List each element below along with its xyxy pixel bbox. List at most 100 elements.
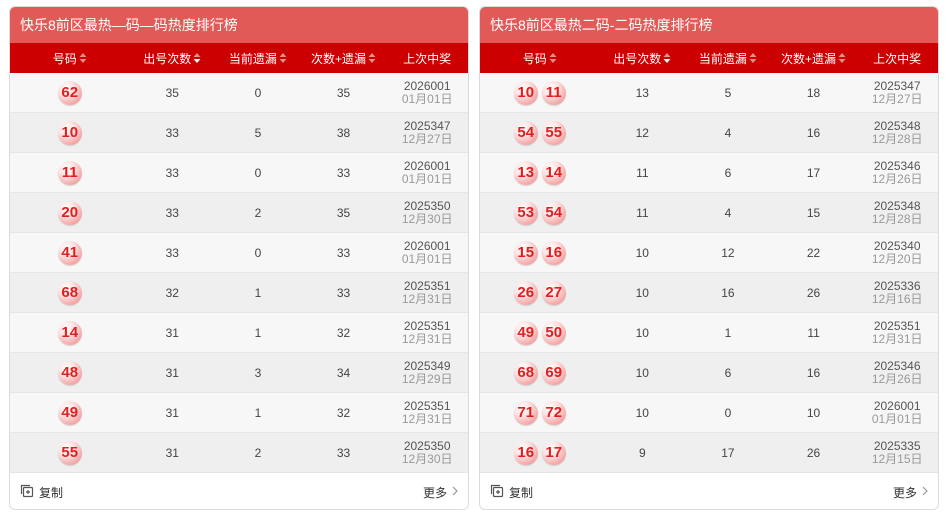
sort-icon[interactable] — [79, 52, 87, 64]
chevron-right-icon — [922, 485, 928, 499]
table-row: 15 16 10 12 22 2025340 12月20日 — [480, 233, 938, 273]
number-cell: 49 50 — [480, 313, 599, 352]
sum-cell: 35 — [336, 85, 351, 100]
last-win-cell: 2026001 01月01日 — [856, 393, 938, 432]
sum-cell: 38 — [336, 125, 351, 140]
sum-cell: 18 — [806, 85, 821, 100]
count-cell: 31 — [165, 365, 179, 380]
last-win-issue: 2026001 — [873, 398, 921, 413]
number-ball: 68 — [513, 360, 538, 385]
number-ball: 69 — [541, 360, 566, 385]
table-row: 16 17 9 17 26 2025335 12月15日 — [480, 433, 938, 473]
number-ball: 62 — [57, 80, 82, 105]
number-ball: 14 — [57, 320, 82, 345]
sort-icon[interactable] — [193, 52, 201, 64]
last-win-issue: 2025348 — [873, 198, 921, 213]
last-win-date: 12月30日 — [401, 451, 453, 466]
number-ball: 49 — [57, 400, 82, 425]
number-cell: 54 55 — [480, 113, 599, 152]
more-link[interactable]: 更多 — [423, 484, 458, 501]
miss-cell: 1 — [254, 405, 262, 420]
last-win-issue: 2025336 — [873, 278, 921, 293]
number-cell: 49 — [10, 393, 129, 432]
header-label: 次数+遗漏 — [311, 51, 367, 66]
count-cell: 10 — [635, 245, 649, 260]
header-number[interactable]: 号码 — [10, 43, 129, 73]
copy-label: 复制 — [39, 485, 64, 500]
header-miss[interactable]: 当前遗漏 — [685, 43, 771, 73]
number-ball: 16 — [541, 240, 566, 265]
more-link[interactable]: 更多 — [893, 484, 928, 501]
number-cell: 10 11 — [480, 73, 599, 112]
last-win-issue: 2025351 — [403, 318, 451, 333]
panel-footer: 复制 更多 — [10, 475, 468, 509]
number-cell: 55 — [10, 433, 129, 472]
header-miss[interactable]: 当前遗漏 — [215, 43, 301, 73]
number-ball: 11 — [541, 80, 566, 105]
last-win-cell: 2025346 12月26日 — [856, 353, 938, 392]
last-win-cell: 2025346 12月26日 — [856, 153, 938, 192]
table-row: 10 11 13 5 18 2025347 12月27日 — [480, 73, 938, 113]
header-number[interactable]: 号码 — [480, 43, 599, 73]
last-win-issue: 2025340 — [873, 238, 921, 253]
copy-button[interactable]: 复制 — [490, 484, 533, 501]
sum-cell: 33 — [336, 165, 351, 180]
count-cell: 10 — [635, 365, 649, 380]
table-row: 13 14 11 6 17 2025346 12月26日 — [480, 153, 938, 193]
hot-single-number-panel: 快乐8前区最热—码—码热度排行榜 号码 出号次数 当前遗漏 次数+遗漏 上次中奖… — [9, 6, 469, 510]
hot-pair-number-panel: 快乐8前区最热二码-二码热度排行榜 号码 出号次数 当前遗漏 次数+遗漏 上次中… — [479, 6, 939, 510]
copy-icon — [20, 484, 34, 501]
miss-cell: 0 — [254, 85, 262, 100]
copy-button[interactable]: 复制 — [20, 484, 63, 501]
header-count[interactable]: 出号次数 — [129, 43, 215, 73]
number-cell: 71 72 — [480, 393, 599, 432]
last-win-date: 01月01日 — [401, 251, 453, 266]
last-win-issue: 2025350 — [403, 198, 451, 213]
count-cell: 31 — [165, 445, 179, 460]
last-win-date: 12月20日 — [871, 251, 923, 266]
last-win-issue: 2025346 — [873, 358, 921, 373]
last-win-issue: 2025347 — [873, 78, 921, 93]
last-win-date: 01月01日 — [401, 91, 453, 106]
count-cell: 31 — [165, 405, 179, 420]
sum-cell: 16 — [806, 125, 821, 140]
last-win-cell: 2025340 12月20日 — [856, 233, 938, 272]
last-win-date: 12月29日 — [401, 371, 453, 386]
last-win-cell: 2025336 12月16日 — [856, 273, 938, 312]
header-label: 上次中奖 — [873, 51, 922, 66]
last-win-date: 12月16日 — [871, 291, 923, 306]
number-ball: 14 — [541, 160, 566, 185]
last-win-cell: 2026001 01月01日 — [386, 233, 468, 272]
last-win-cell: 2025350 12月30日 — [386, 193, 468, 232]
sort-icon[interactable] — [663, 52, 671, 64]
sort-icon[interactable] — [549, 52, 557, 64]
header-count[interactable]: 出号次数 — [599, 43, 685, 73]
last-win-issue: 2025346 — [873, 158, 921, 173]
last-win-date: 12月31日 — [871, 331, 923, 346]
header-label: 出号次数 — [613, 51, 662, 66]
last-win-cell: 2025351 12月31日 — [386, 313, 468, 352]
header-label: 号码 — [522, 51, 547, 66]
sort-icon[interactable] — [749, 52, 757, 64]
number-ball: 13 — [513, 160, 538, 185]
panel-title: 快乐8前区最热—码—码热度排行榜 — [10, 7, 468, 43]
table-row: 41 33 0 33 2026001 01月01日 — [10, 233, 468, 273]
last-win-cell: 2025348 12月28日 — [856, 193, 938, 232]
sort-icon[interactable] — [368, 52, 376, 64]
header-sum[interactable]: 次数+遗漏 — [301, 43, 387, 73]
sort-icon[interactable] — [279, 52, 287, 64]
header-last-win: 上次中奖 — [386, 43, 468, 73]
last-win-cell: 2025348 12月28日 — [856, 113, 938, 152]
last-win-issue: 2025347 — [403, 118, 451, 133]
sum-cell: 35 — [336, 205, 351, 220]
table-row: 62 35 0 35 2026001 01月01日 — [10, 73, 468, 113]
last-win-issue: 2025351 — [873, 318, 921, 333]
header-sum[interactable]: 次数+遗漏 — [771, 43, 857, 73]
number-cell: 15 16 — [480, 233, 599, 272]
last-win-cell: 2026001 01月01日 — [386, 73, 468, 112]
sort-icon[interactable] — [838, 52, 846, 64]
sum-cell: 33 — [336, 285, 351, 300]
number-ball: 20 — [57, 200, 82, 225]
miss-cell: 6 — [724, 165, 732, 180]
last-win-date: 12月27日 — [871, 91, 923, 106]
